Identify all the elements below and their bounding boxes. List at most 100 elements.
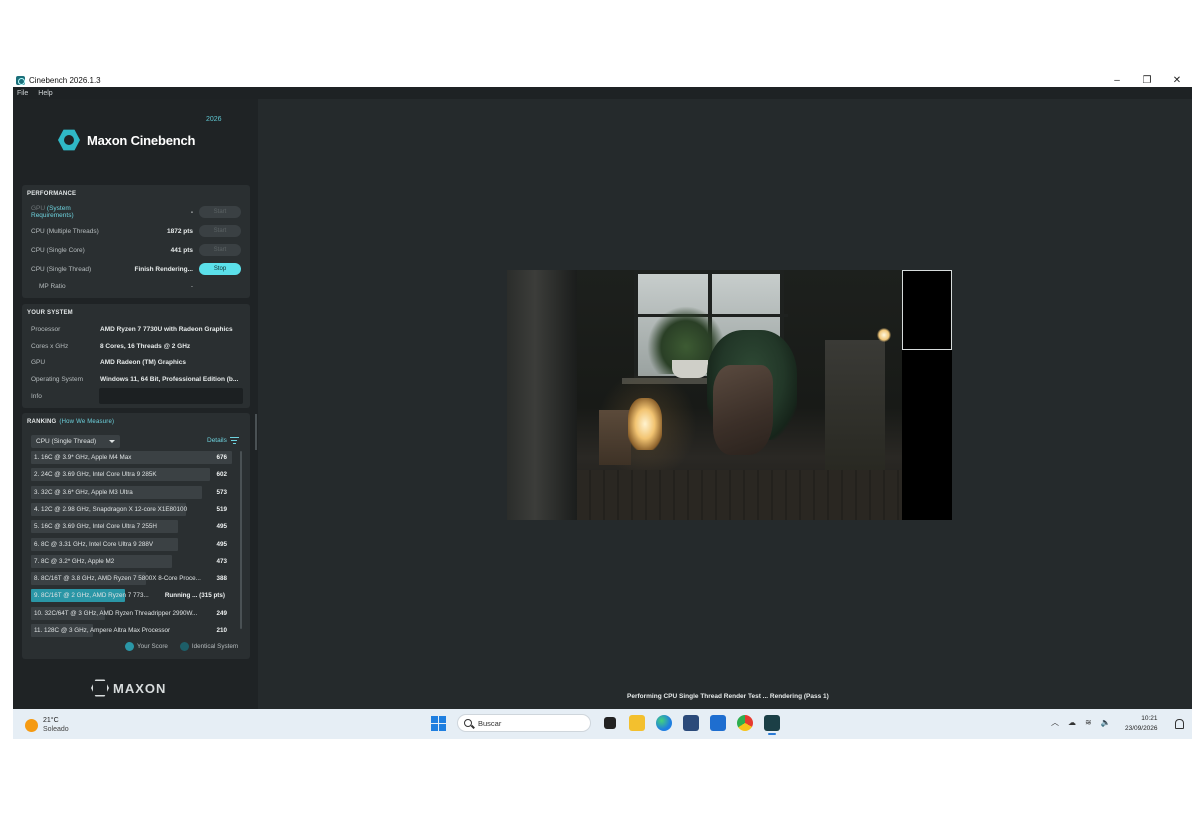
cinebench-taskbar-icon[interactable] [764, 715, 780, 735]
perf-value: - [190, 282, 193, 290]
render-viewport [507, 270, 952, 520]
ranking-score: 495 [216, 523, 227, 531]
perf-value: 441 pts [170, 246, 193, 254]
perf-value: - [190, 208, 193, 216]
onedrive-icon[interactable]: ☁ [1068, 718, 1076, 727]
ranking-row[interactable]: 5. 16C @ 3.69 GHz, Intel Core Ultra 7 25… [31, 520, 232, 534]
volume-icon[interactable]: 🔈 [1101, 718, 1111, 727]
logo-year: 2026 [206, 116, 222, 123]
performance-title: PERFORMANCE [27, 191, 77, 197]
active-render-bucket [902, 270, 952, 350]
performance-card: PERFORMANCE GPU (System Requirements) - … [22, 185, 250, 298]
folder-icon[interactable] [629, 715, 645, 731]
ranking-row[interactable]: 8. 8C/16T @ 3.8 GHz, AMD Ryzen 7 5800X 8… [31, 572, 232, 586]
perf-label: MP Ratio [39, 282, 66, 290]
close-button[interactable]: ✕ [1162, 75, 1192, 86]
perf-value: 1872 pts [166, 227, 193, 235]
notification-bell-icon[interactable] [1175, 719, 1184, 729]
system-label: Operating System [31, 375, 84, 383]
how-we-measure-link[interactable]: (How We Measure) [59, 419, 114, 425]
system-row-os: Operating System Windows 11, 64 Bit, Pro… [31, 372, 243, 386]
maximize-button[interactable]: ❐ [1132, 75, 1162, 86]
legend-your-score: Your Score [125, 642, 168, 651]
minimize-button[interactable]: – [1102, 75, 1132, 86]
render-status-text: Performing CPU Single Thread Render Test… [627, 693, 829, 700]
perf-row-cpu-single-thread: CPU (Single Thread) Finish Rendering... … [31, 262, 243, 276]
stop-button[interactable]: Stop [199, 263, 241, 275]
system-label: GPU [31, 358, 46, 366]
weather-widget[interactable]: 21°C Soleado [25, 716, 69, 734]
ranking-legend: Your Score Identical System [125, 642, 238, 651]
outlook-icon[interactable] [710, 715, 726, 731]
window-title: Cinebench 2026.1.3 [29, 75, 101, 85]
ranking-score: Running ... (315 pts) [164, 592, 225, 600]
desktop-screen: Cinebench 2026.1.3 – ❐ ✕ File Help Maxon… [13, 73, 1192, 739]
store-icon[interactable] [683, 715, 699, 731]
ranking-row[interactable]: 3. 32C @ 3.6* GHz, Apple M3 Ultra 573 [31, 485, 232, 499]
ranking-row[interactable]: 6. 8C @ 3.31 GHz, Intel Core Ultra 9 288… [31, 537, 232, 551]
chrome-icon[interactable] [737, 715, 753, 731]
perf-row-gpu: GPU (System Requirements) - Start [31, 205, 243, 219]
info-field[interactable] [99, 388, 243, 404]
legend-label: Identical System [191, 643, 239, 650]
ranking-select-value: CPU (Single Thread) [36, 438, 97, 445]
system-row-processor: Processor AMD Ryzen 7 7730U with Radeon … [31, 322, 243, 336]
ranking-score: 602 [216, 471, 227, 479]
menu-file[interactable]: File [17, 90, 28, 97]
ranking-score: 573 [216, 488, 227, 496]
taskbar-apps: Buscar [431, 714, 780, 735]
maxon-logo: MAXON [91, 679, 166, 697]
taskbar: 21°C Soleado Buscar ︿ ☁ ≋ 🔈 10:21 23/09/… [13, 709, 1192, 739]
details-button[interactable]: Details [207, 437, 239, 444]
ranking-scrollbar[interactable] [240, 451, 242, 629]
panel-scrollbar[interactable] [255, 414, 257, 450]
perf-value: Finish Rendering... [134, 265, 193, 273]
ranking-row[interactable]: 11. 128C @ 3 GHz, Ampere Altra Max Proce… [31, 624, 232, 637]
filter-icon [229, 437, 239, 444]
perf-row-cpu-multi: CPU (Multiple Threads) 1872 pts Start [31, 224, 243, 238]
clock-time: 10:21 [1141, 715, 1158, 722]
window-controls: – ❐ ✕ [1102, 75, 1192, 86]
windows-start-icon[interactable] [431, 715, 446, 731]
taskbar-search[interactable]: Buscar [457, 714, 591, 732]
maxon-logo-icon [91, 679, 109, 697]
menu-help[interactable]: Help [38, 90, 52, 97]
task-view-icon[interactable] [604, 717, 616, 729]
ranking-label: 3. 32C @ 3.6* GHz, Apple M3 Ultra [34, 488, 133, 496]
perf-label: CPU (Single Thread) [31, 265, 92, 273]
ranking-row[interactable]: 1. 16C @ 3.9* GHz, Apple M4 Max 676 [31, 451, 232, 464]
ranking-score: 495 [216, 540, 227, 548]
logo-name: Maxon Cinebench [87, 132, 196, 148]
start-cpu-multi-button[interactable]: Start [199, 225, 241, 237]
maxon-brand-text: MAXON [113, 680, 167, 696]
system-label: Cores x GHz [31, 342, 69, 350]
taskbar-clock[interactable]: 10:21 23/09/2026 [1125, 714, 1158, 734]
ranking-row[interactable]: 7. 8C @ 3.2* GHz, Apple M2 473 [31, 554, 232, 568]
system-tray: ︿ ☁ ≋ 🔈 [1051, 717, 1111, 728]
start-gpu-button[interactable]: Start [199, 206, 241, 218]
system-value: Windows 11, 64 Bit, Professional Edition… [100, 375, 239, 383]
system-label: Info [31, 392, 42, 400]
ranking-label: 5. 16C @ 3.69 GHz, Intel Core Ultra 7 25… [34, 523, 157, 531]
ranking-row[interactable]: 2. 24C @ 3.69 GHz, Intel Core Ultra 9 28… [31, 468, 232, 482]
ranking-label: 8. 8C/16T @ 3.8 GHz, AMD Ryzen 7 5800X 8… [34, 575, 201, 583]
perf-label: GPU [31, 205, 46, 212]
rendered-lamp [628, 398, 662, 450]
wifi-icon[interactable]: ≋ [1085, 718, 1092, 727]
details-label: Details [207, 437, 227, 444]
ranking-test-select[interactable]: CPU (Single Thread) [31, 435, 120, 448]
chevron-up-icon[interactable]: ︿ [1051, 717, 1059, 728]
ranking-row[interactable]: 10. 32C/64T @ 3 GHz, AMD Ryzen Threadrip… [31, 606, 232, 620]
start-cpu-single-core-button[interactable]: Start [199, 244, 241, 256]
perf-label: CPU (Multiple Threads) [31, 227, 99, 235]
perf-label: CPU (Single Core) [31, 246, 85, 254]
your-system-title: YOUR SYSTEM [27, 310, 73, 316]
ranking-row-your-system[interactable]: 9. 8C/16T @ 2 GHz, AMD Ryzen 7 773... Run… [31, 589, 232, 603]
edge-icon[interactable] [656, 715, 672, 731]
ranking-score: 473 [216, 557, 227, 565]
system-row-gpu: GPU AMD Radeon (TM) Graphics [31, 355, 243, 369]
ranking-label: 10. 32C/64T @ 3 GHz, AMD Ryzen Threadrip… [34, 609, 198, 617]
search-placeholder: Buscar [478, 718, 502, 728]
ranking-score: 210 [216, 627, 227, 634]
ranking-row[interactable]: 4. 12C @ 2.98 GHz, Snapdragon X 12-core … [31, 502, 232, 516]
